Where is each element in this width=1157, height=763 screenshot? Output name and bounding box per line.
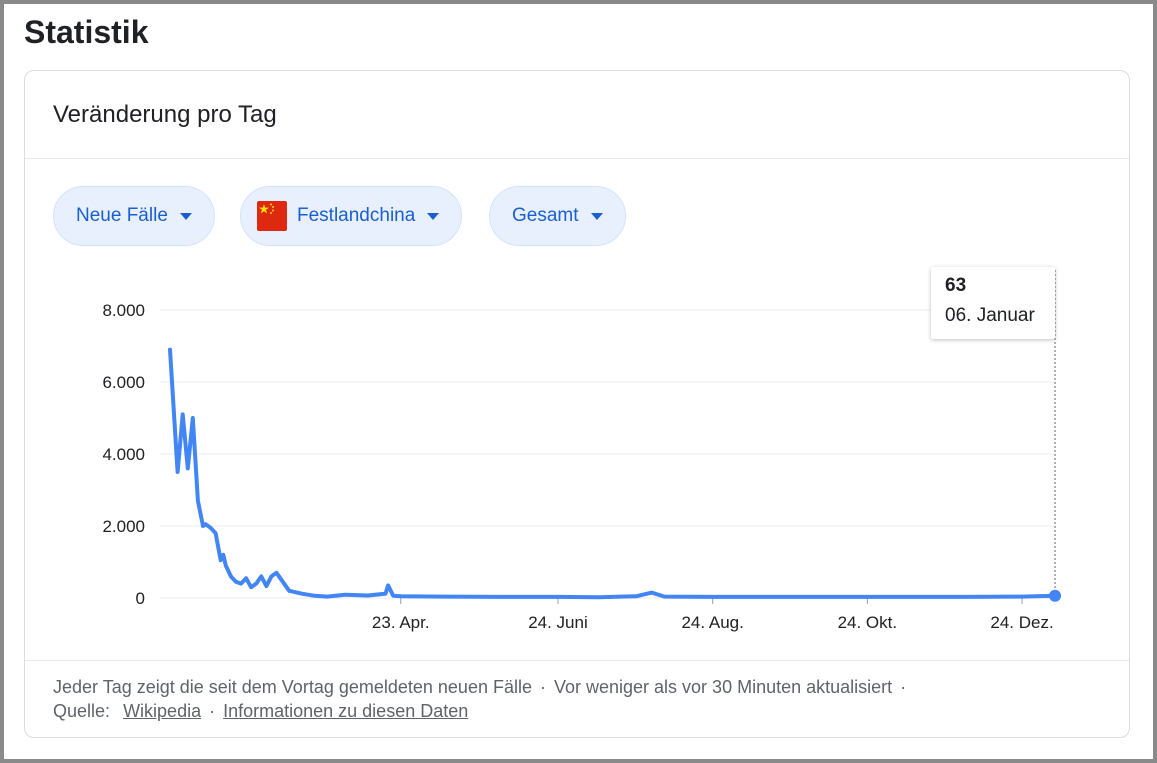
footer-note: Jeder Tag zeigt die seit dem Vortag geme… bbox=[53, 677, 532, 697]
x-tick-label: 24. Aug. bbox=[681, 613, 743, 632]
footer-separator: · bbox=[539, 677, 546, 697]
x-tick-label: 23. Apr. bbox=[372, 613, 430, 632]
source-label: Quelle: bbox=[53, 701, 111, 721]
grid-lines bbox=[160, 309, 1055, 599]
x-tick-label: 24. Okt. bbox=[838, 613, 898, 632]
card-footer: Jeder Tag zeigt die seit dem Vortag geme… bbox=[53, 675, 1103, 723]
statistics-card: Veränderung pro Tag Neue Fälle Festlandc… bbox=[24, 70, 1130, 738]
footer-separator: · bbox=[900, 677, 907, 697]
y-tick-label: 6.000 bbox=[102, 373, 145, 392]
tooltip-value: 63 bbox=[945, 275, 967, 296]
info-link[interactable]: Informationen zu diesen Daten bbox=[223, 701, 468, 721]
y-axis-ticks: 0 2.000 4.000 6.000 8.000 bbox=[102, 301, 145, 608]
x-tick-label: 24. Juni bbox=[528, 613, 588, 632]
card-footer-divider bbox=[25, 660, 1129, 661]
source-link[interactable]: Wikipedia bbox=[123, 701, 201, 721]
y-tick-label: 0 bbox=[136, 589, 145, 608]
page-title: Statistik bbox=[24, 14, 149, 50]
y-tick-label: 2.000 bbox=[102, 517, 145, 536]
hover-point[interactable] bbox=[1049, 589, 1061, 602]
y-tick-label: 4.000 bbox=[102, 445, 145, 464]
y-tick-label: 8.000 bbox=[102, 301, 145, 320]
daily-cases-chart[interactable]: 0 2.000 4.000 6.000 8.000 23. Apr. 24. Juni 24… bbox=[25, 71, 1130, 660]
footer-updated: Vor weniger als vor 30 Minuten aktualisi… bbox=[553, 677, 893, 697]
footer-separator: · bbox=[209, 701, 216, 721]
chart-tooltip: 63 06. Januar bbox=[931, 267, 1055, 339]
x-tick-label: 24. Dez. bbox=[990, 613, 1053, 632]
x-axis-ticks: 23. Apr. 24. Juni 24. Aug. 24. Okt. 24. Dez. bbox=[372, 598, 1054, 632]
tooltip-date: 06. Januar bbox=[945, 305, 1035, 326]
series-line bbox=[168, 347, 1057, 600]
